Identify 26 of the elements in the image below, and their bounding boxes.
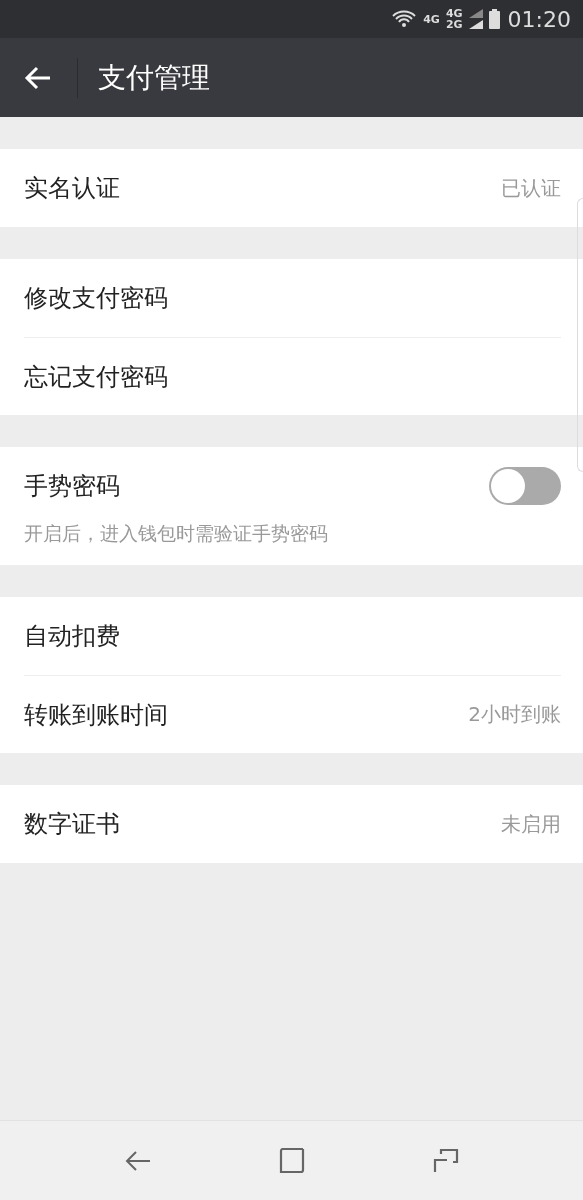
row-label: 实名认证 xyxy=(24,173,121,204)
row-label: 修改支付密码 xyxy=(24,283,169,314)
row-description: 开启后，进入钱包时需验证手势密码 xyxy=(24,521,329,546)
wifi-icon xyxy=(391,8,418,30)
settings-row[interactable]: 转账到账时间 2小时到账 xyxy=(24,675,561,753)
row-label: 转账到账时间 xyxy=(24,699,169,731)
row-value: 2小时到账 xyxy=(468,701,561,728)
toggle-switch[interactable] xyxy=(489,467,561,505)
row-label: 忘记支付密码 xyxy=(24,361,169,393)
settings-row[interactable]: 修改支付密码 xyxy=(24,259,583,337)
settings-row[interactable]: 忘记支付密码 xyxy=(24,337,561,415)
network-label: 4G xyxy=(423,13,440,25)
row-label: 数字证书 xyxy=(24,809,121,840)
network-label: 2G xyxy=(445,19,463,30)
row-label: 自动扣费 xyxy=(24,621,121,652)
row-value: 已认证 xyxy=(501,174,561,202)
signal-icon xyxy=(468,8,483,30)
row-value: 未启用 xyxy=(501,810,561,838)
recents-icon xyxy=(433,1147,460,1174)
status-time: 01:20 xyxy=(507,6,571,32)
settings-row[interactable]: 自动扣费 xyxy=(24,597,583,675)
network-label: 4G xyxy=(445,8,463,19)
row-label: 手势密码 xyxy=(24,471,121,502)
page-title: 支付管理 xyxy=(98,59,210,96)
battery-icon xyxy=(488,9,500,29)
back-arrow-icon xyxy=(24,65,52,90)
